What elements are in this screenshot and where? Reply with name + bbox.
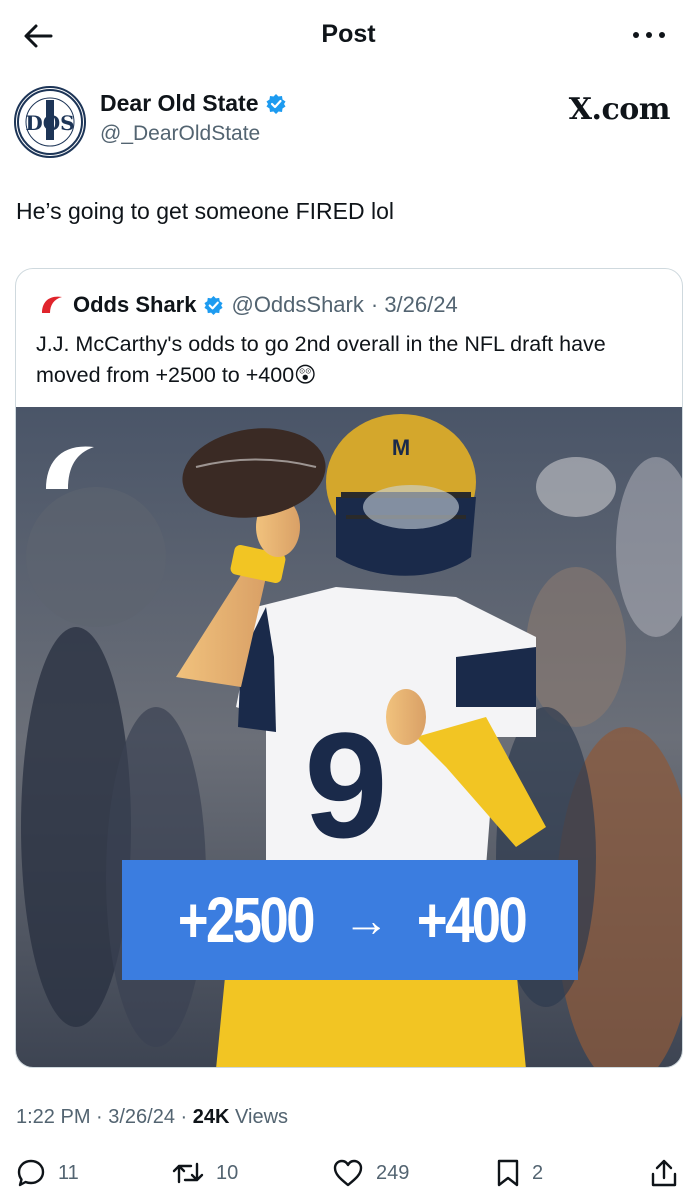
quoted-author-handle: @OddsShark (231, 292, 364, 317)
quoted-post-text: J.J. McCarthy's odds to go 2nd overall i… (36, 332, 606, 387)
quoted-post-image[interactable]: 9 M +2500 → +400 (16, 407, 682, 1067)
like-button[interactable]: 249 (332, 1158, 409, 1188)
repost-icon (172, 1162, 204, 1184)
helmet-logo: M (392, 435, 410, 460)
heart-icon (333, 1159, 363, 1187)
quoted-post[interactable]: Odds Shark @OddsShark · 3/26/24 J.J. McC… (15, 268, 683, 1068)
odds-banner: +2500 → +400 (122, 860, 578, 980)
dear-old-state-logo: DOS (17, 89, 83, 155)
repost-count: 10 (216, 1161, 239, 1184)
verified-badge-icon (266, 93, 285, 114)
odds-to: +400 (417, 884, 528, 956)
quoted-post-date: · 3/26/24 (370, 292, 458, 317)
x-com-watermark: X.com (568, 92, 671, 127)
reply-bubble-icon (17, 1159, 45, 1187)
author-display-name: Dear Old State (100, 90, 259, 116)
post-timestamp: 1:22 PM · 3/26/24 · 24K Views (16, 1106, 288, 1129)
odds-shark-logo-icon (39, 292, 65, 318)
bookmark-button[interactable]: 2 (496, 1158, 543, 1188)
page-title: Post (321, 20, 376, 48)
bookmark-icon (497, 1159, 519, 1187)
share-icon (651, 1159, 677, 1187)
repost-button[interactable]: 10 (172, 1158, 238, 1188)
quoted-author-name: Odds Shark (73, 292, 197, 317)
jersey-number: 9 (304, 701, 387, 869)
author-handle[interactable]: @_DearOldState (100, 122, 260, 146)
post-author: DOS Dear Old State @_DearOldState X.com (14, 84, 684, 160)
bookmark-count: 2 (532, 1161, 544, 1184)
more-dots-icon (633, 32, 665, 38)
more-options-button[interactable] (629, 20, 669, 50)
action-bar: 11 10 249 2 (0, 1148, 697, 1200)
like-count: 249 (376, 1161, 410, 1184)
avatar[interactable]: DOS (14, 86, 86, 158)
share-button[interactable] (650, 1158, 678, 1188)
author-name-row[interactable]: Dear Old State (100, 90, 287, 117)
verified-badge-icon (204, 295, 224, 315)
avatar-monogram: DOS (25, 111, 74, 135)
post-text: He’s going to get someone FIRED lol (16, 198, 394, 224)
reply-count: 11 (58, 1161, 79, 1184)
views-label: Views (229, 1106, 289, 1128)
post-time: 1:22 PM · 3/26/24 · (16, 1106, 193, 1128)
views-count: 24K (192, 1106, 230, 1128)
reply-button[interactable]: 11 (16, 1158, 79, 1188)
quoted-post-header: Odds Shark @OddsShark · 3/26/24 (38, 291, 458, 319)
top-bar: Post (0, 0, 697, 72)
odds-from: +2500 (177, 884, 315, 956)
arrow-right-icon: → (343, 894, 390, 946)
